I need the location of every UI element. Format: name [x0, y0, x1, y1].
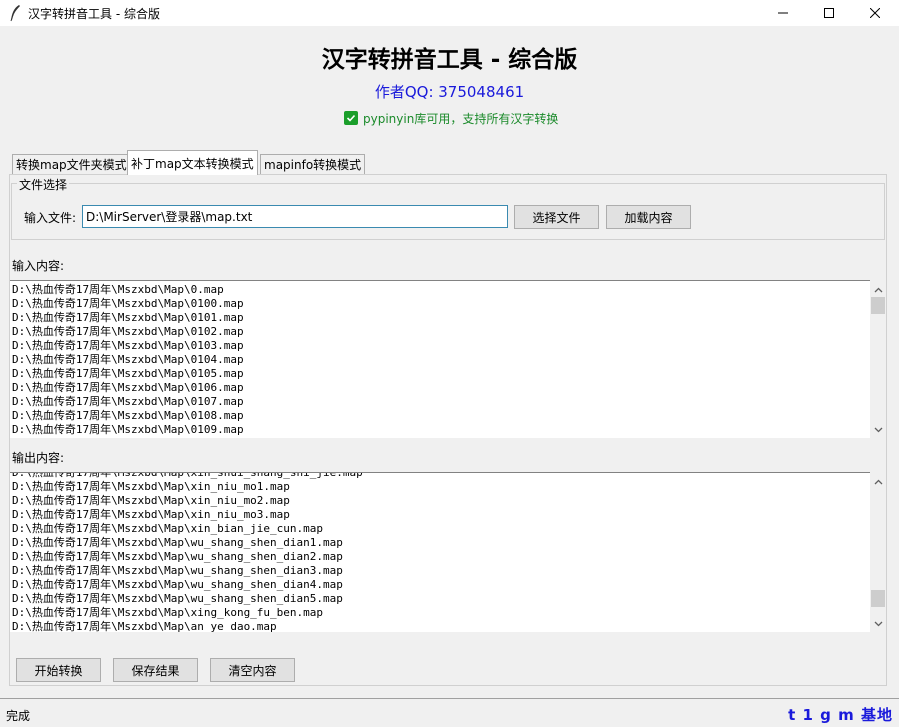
text-line: D:\热血传奇17周年\Mszxbd\Map\xin_bian_jie_cun.… — [12, 522, 324, 535]
input-scrollbar[interactable] — [870, 280, 886, 438]
close-button[interactable] — [852, 0, 898, 26]
text-line: D:\热血传奇17周年\Mszxbd\Map\wu_shang_shen_dia… — [12, 550, 343, 563]
input-content-label: 输入内容: — [12, 259, 65, 273]
text-line: D:\热血传奇17周年\Mszxbd\Map\xing_kong_fu_ben.… — [12, 606, 324, 619]
tab-mapinfo-mode[interactable]: mapinfo转换模式 — [260, 154, 366, 174]
status-bar: 完成 t 1 g m 基地 — [0, 698, 899, 727]
text-line: D:\热血传奇17周年\Mszxbd\Map\0105.map — [12, 367, 244, 380]
minimize-button[interactable] — [760, 0, 806, 26]
scroll-up-arrow-icon[interactable] — [870, 283, 886, 297]
window-title: 汉字转拼音工具 - 综合版 — [28, 7, 160, 21]
text-line: D:\热血传奇17周年\Mszxbd\Map\wu_shang_shen_dia… — [12, 578, 343, 591]
text-line: D:\热血传奇17周年\Mszxbd\Map\0100.map — [12, 297, 244, 310]
checkmark-icon — [344, 111, 358, 125]
library-status: pypinyin库可用，支持所有汉字转换 — [344, 110, 558, 126]
feather-icon — [10, 5, 20, 22]
start-convert-button[interactable]: 开始转换 — [16, 658, 101, 682]
tab-label: mapinfo转换模式 — [264, 158, 362, 172]
text-line: D:\热血传奇17周年\Mszxbd\Map\0108.map — [12, 409, 244, 422]
scroll-down-arrow-icon[interactable] — [870, 617, 886, 631]
tab-label: 补丁map文本转换模式 — [131, 156, 254, 171]
maximize-button[interactable] — [806, 0, 852, 26]
text-line: D:\热血传奇17周年\Mszxbd\Map\xin_niu_mo3.map — [12, 508, 290, 521]
tab-map-folder-mode[interactable]: 转换map文件夹模式 — [12, 154, 131, 174]
output-content-textarea[interactable]: D:\热血传奇17周年\Mszxbd\Map\xin_shui_shang_sh… — [10, 472, 870, 632]
input-content-textarea[interactable]: D:\热血传奇17周年\Mszxbd\Map\0.map D:\热血传奇17周年\… — [10, 280, 870, 438]
text-line: D:\热血传奇17周年\Mszxbd\Map\xin_niu_mo2.map — [12, 494, 290, 507]
text-line: D:\热血传奇17周年\Mszxbd\Map\wu_shang_shen_dia… — [12, 592, 343, 605]
input-file-field[interactable] — [82, 205, 508, 228]
clear-content-button[interactable]: 清空内容 — [210, 658, 295, 682]
save-result-button[interactable]: 保存结果 — [113, 658, 198, 682]
scroll-up-arrow-icon[interactable] — [870, 475, 886, 489]
scroll-thumb[interactable] — [871, 590, 885, 607]
text-line: D:\热血传奇17周年\Mszxbd\Map\0101.map — [12, 311, 244, 324]
close-icon — [870, 8, 880, 18]
author-contact: 作者QQ: 375048461 — [374, 83, 525, 101]
file-select-legend: 文件选择 — [17, 176, 70, 193]
text-line: D:\热血传奇17周年\Mszxbd\Map\0107.map — [12, 395, 244, 408]
text-line: D:\热血传奇17周年\Mszxbd\Map\0103.map — [12, 339, 244, 352]
load-content-button[interactable]: 加载内容 — [606, 205, 691, 229]
text-line: D:\热血传奇17周年\Mszxbd\Map\xin_shui_shang_sh… — [12, 472, 363, 479]
text-line: D:\热血传奇17周年\Mszxbd\Map\an_ye_dao.map — [12, 620, 277, 632]
text-line: D:\热血传奇17周年\Mszxbd\Map\0109.map — [12, 423, 244, 436]
maximize-icon — [824, 8, 834, 18]
tab-patch-map-text-mode[interactable]: 补丁map文本转换模式 — [127, 150, 258, 175]
status-text: 完成 — [6, 709, 31, 723]
scroll-down-arrow-icon[interactable] — [870, 423, 886, 437]
page-title: 汉字转拼音工具 - 综合版 — [321, 47, 578, 73]
library-status-text: pypinyin库可用，支持所有汉字转换 — [363, 111, 559, 126]
minimize-icon — [778, 12, 788, 14]
choose-file-button[interactable]: 选择文件 — [514, 205, 599, 229]
brand-watermark: t 1 g m 基地 — [788, 706, 893, 724]
scroll-thumb[interactable] — [871, 297, 885, 314]
window-titlebar: 汉字转拼音工具 - 综合版 — [0, 0, 899, 26]
input-file-label: 输入文件: — [24, 211, 77, 225]
text-line: D:\热血传奇17周年\Mszxbd\Map\0104.map — [12, 353, 244, 366]
text-line: D:\热血传奇17周年\Mszxbd\Map\0.map — [12, 283, 224, 296]
text-line: D:\热血传奇17周年\Mszxbd\Map\xin_niu_mo1.map — [12, 480, 290, 493]
text-line: D:\热血传奇17周年\Mszxbd\Map\wu_shang_shen_dia… — [12, 536, 343, 549]
text-line: D:\热血传奇17周年\Mszxbd\Map\0106.map — [12, 381, 244, 394]
output-scrollbar[interactable] — [870, 472, 886, 632]
text-line: D:\热血传奇17周年\Mszxbd\Map\0102.map — [12, 325, 244, 338]
output-content-label: 输出内容: — [12, 451, 65, 465]
text-line: D:\热血传奇17周年\Mszxbd\Map\wu_shang_shen_dia… — [12, 564, 343, 577]
tab-label: 转换map文件夹模式 — [16, 158, 127, 172]
